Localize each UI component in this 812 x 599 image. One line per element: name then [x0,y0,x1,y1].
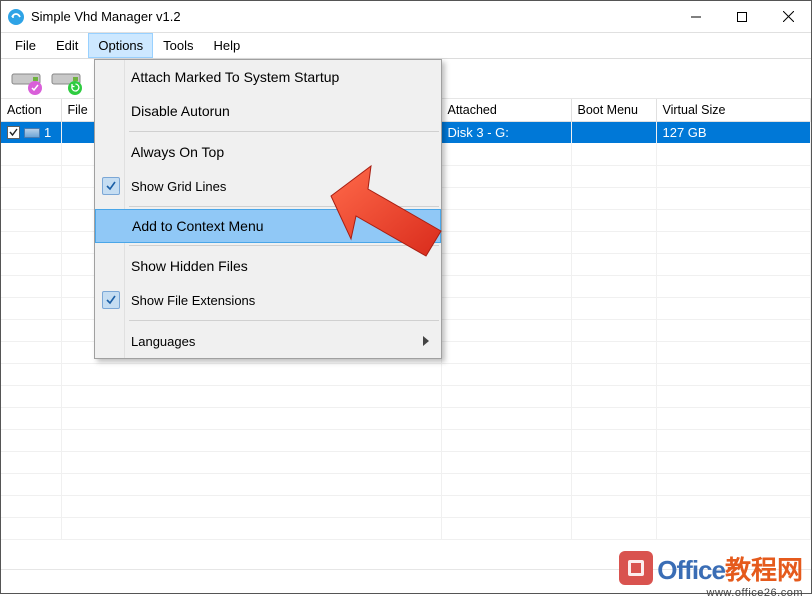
col-attached[interactable]: Attached [441,99,571,122]
toolbar-refresh-button[interactable] [47,61,85,97]
app-icon [7,8,25,26]
col-boot-menu[interactable]: Boot Menu [571,99,656,122]
minimize-button[interactable] [673,1,719,33]
menu-languages-label: Languages [131,334,195,349]
menu-show-grid-lines[interactable]: Show Grid Lines [95,169,441,203]
check-badge-icon [28,81,42,95]
menu-languages[interactable]: Languages [95,324,441,358]
drive-icon [24,128,40,138]
menu-show-hidden-files[interactable]: Show Hidden Files [95,249,441,283]
menu-help[interactable]: Help [204,33,251,58]
footer [1,569,811,593]
col-action[interactable]: Action [1,99,61,122]
col-virtual-size[interactable]: Virtual Size [656,99,811,122]
menu-options[interactable]: Options [88,33,153,58]
check-icon [102,291,120,309]
menu-show-grid-lines-label: Show Grid Lines [131,179,226,194]
menu-disable-autorun[interactable]: Disable Autorun [95,94,441,128]
menu-add-context-menu[interactable]: Add to Context Menu [95,209,441,243]
options-dropdown: Attach Marked To System Startup Disable … [94,59,442,359]
maximize-button[interactable] [719,1,765,33]
menu-attach-startup[interactable]: Attach Marked To System Startup [95,60,441,94]
window-title: Simple Vhd Manager v1.2 [31,9,673,24]
menubar: File Edit Options Tools Help [1,33,811,59]
row-checkbox[interactable] [7,126,20,139]
submenu-arrow-icon [423,334,429,349]
menu-show-file-extensions-label: Show File Extensions [131,293,255,308]
menu-show-file-extensions[interactable]: Show File Extensions [95,283,441,317]
row-attached: Disk 3 - G: [441,122,571,144]
menu-file[interactable]: File [5,33,46,58]
menu-tools[interactable]: Tools [153,33,203,58]
refresh-badge-icon [68,81,82,95]
check-icon [102,177,120,195]
menu-always-on-top[interactable]: Always On Top [95,135,441,169]
menu-edit[interactable]: Edit [46,33,88,58]
row-action-label: 1 [44,125,51,140]
toolbar-attach-button[interactable] [7,61,45,97]
close-button[interactable] [765,1,811,33]
titlebar: Simple Vhd Manager v1.2 [1,1,811,33]
row-virtual-size: 127 GB [656,122,811,144]
row-boot-menu [571,122,656,144]
